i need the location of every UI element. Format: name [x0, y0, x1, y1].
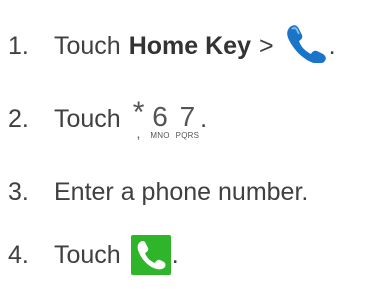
step-number: 1.	[8, 31, 29, 60]
step-number: 2.	[8, 104, 29, 133]
dial-keys: * , 6 MNO 7 PQRS	[132, 96, 205, 141]
step-1: 1. Touch Home Key > .	[8, 24, 336, 68]
period: .	[171, 240, 179, 269]
star-key-icon: * ,	[132, 96, 145, 141]
call-button-icon	[130, 235, 171, 275]
period: .	[328, 31, 336, 60]
step-text: Touch	[54, 104, 121, 133]
step-text: Touch	[54, 31, 121, 60]
step-number: 3.	[8, 177, 29, 206]
step-2: 2. Touch * , 6 MNO 7 PQRS .	[8, 95, 207, 143]
step-3: 3. Enter a phone number.	[8, 170, 308, 214]
seven-key-icon: 7 PQRS	[175, 101, 200, 140]
period: .	[200, 104, 208, 133]
step-text: Enter a phone number.	[54, 177, 309, 206]
arrow-separator: >	[258, 31, 274, 60]
step-number: 4.	[8, 240, 29, 269]
home-key-label: Home Key	[128, 31, 251, 60]
phone-handset-icon	[284, 23, 328, 70]
step-text: Touch	[54, 240, 121, 269]
six-key-icon: 6 MNO	[150, 101, 170, 140]
step-4: 4. Touch .	[8, 233, 179, 277]
